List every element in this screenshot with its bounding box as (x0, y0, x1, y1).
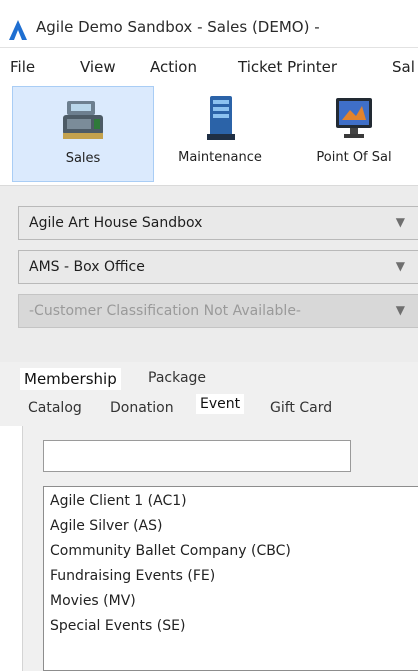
tab-package[interactable]: Package (144, 368, 210, 388)
agile-a-logo-icon (9, 20, 27, 40)
title-bar: Agile Demo Sandbox - Sales (DEMO) - (0, 0, 418, 48)
event-tab-panel: Agile Client 1 (AC1) Agile Silver (AS) C… (22, 426, 418, 671)
maintenance-button[interactable]: Maintenance (156, 86, 284, 182)
point-of-sale-label: Point Of Sal (316, 150, 392, 165)
list-item[interactable]: Agile Silver (AS) (50, 518, 162, 534)
server-icon (207, 96, 235, 140)
menu-sales[interactable]: Sal (392, 58, 415, 76)
point-of-sale-button[interactable]: Point Of Sal (290, 86, 418, 182)
customer-classification-select: -Customer Classification Not Available- … (18, 294, 418, 328)
menu-action[interactable]: Action (150, 58, 197, 76)
monitor-icon (336, 98, 372, 138)
context-selectors: Agile Art House Sandbox ▼ AMS - Box Offi… (0, 186, 418, 362)
organization-search-input[interactable] (43, 440, 351, 472)
menu-bar: File View Action Ticket Printer Sal (0, 48, 418, 84)
list-item[interactable]: Movies (MV) (50, 593, 136, 609)
window-title: Agile Demo Sandbox - Sales (DEMO) - (36, 18, 320, 36)
application-window: Agile Demo Sandbox - Sales (DEMO) - File… (0, 0, 418, 671)
customer-classification-value: -Customer Classification Not Available- (29, 303, 301, 319)
module-toolbar: Sales Maintenance Point Of Sal (0, 84, 418, 186)
tab-catalog[interactable]: Catalog (24, 398, 86, 418)
location-select-value: AMS - Box Office (29, 259, 145, 275)
list-item[interactable]: Agile Client 1 (AC1) (50, 493, 187, 509)
chevron-down-icon: ▼ (395, 303, 405, 317)
menu-ticket-printer[interactable]: Ticket Printer (238, 58, 337, 76)
chevron-down-icon: ▼ (395, 259, 405, 273)
list-item[interactable]: Special Events (SE) (50, 618, 185, 634)
product-tabs: Membership Package Catalog Donation Even… (0, 362, 418, 426)
tab-donation[interactable]: Donation (106, 398, 178, 418)
organization-select[interactable]: Agile Art House Sandbox ▼ (18, 206, 418, 240)
product-area: Membership Package Catalog Donation Even… (0, 362, 418, 671)
tab-gift-card[interactable]: Gift Card (266, 398, 336, 418)
tab-event[interactable]: Event (196, 394, 245, 414)
tab-membership[interactable]: Membership (20, 368, 121, 390)
organization-select-value: Agile Art House Sandbox (29, 215, 203, 231)
list-item[interactable]: Fundraising Events (FE) (50, 568, 215, 584)
organization-list[interactable]: Agile Client 1 (AC1) Agile Silver (AS) C… (43, 486, 418, 671)
location-select[interactable]: AMS - Box Office ▼ (18, 250, 418, 284)
cash-register-icon (63, 101, 103, 139)
sales-label: Sales (65, 151, 101, 166)
list-item[interactable]: Community Ballet Company (CBC) (50, 543, 291, 559)
maintenance-label: Maintenance (178, 150, 262, 165)
menu-view[interactable]: View (80, 58, 116, 76)
menu-file[interactable]: File (10, 58, 35, 76)
sales-button[interactable]: Sales (12, 86, 154, 182)
chevron-down-icon: ▼ (395, 215, 405, 229)
